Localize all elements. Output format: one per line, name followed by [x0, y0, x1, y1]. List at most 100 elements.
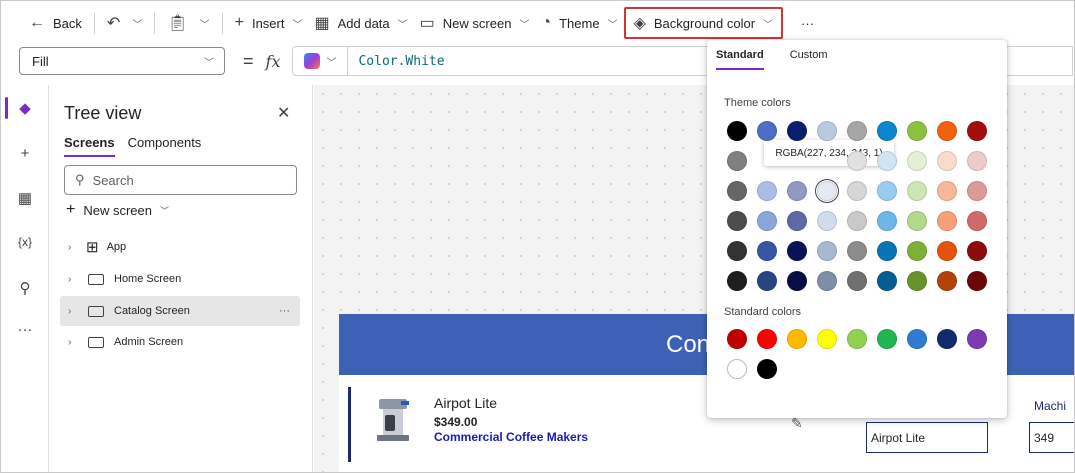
theme-color-swatch[interactable]: [937, 181, 957, 201]
theme-colors-title: Theme colors: [724, 97, 791, 109]
standard-color-swatch[interactable]: [847, 329, 867, 349]
new-screen-button[interactable]: + New screen ﹀: [66, 201, 169, 219]
price-input[interactable]: 349: [1029, 422, 1074, 453]
theme-color-swatch[interactable]: [937, 121, 957, 141]
paste-button[interactable]: 📋︎: [161, 8, 193, 38]
close-icon[interactable]: ✕: [277, 103, 290, 123]
add-data-button[interactable]: ▦ Add data ﹀: [308, 8, 413, 38]
theme-color-swatch[interactable]: [907, 211, 927, 231]
theme-color-swatch[interactable]: [877, 211, 897, 231]
theme-color-swatch[interactable]: [877, 271, 897, 291]
tab-standard[interactable]: Standard: [716, 49, 764, 70]
tab-custom[interactable]: Custom: [790, 49, 828, 70]
theme-color-swatch[interactable]: [727, 181, 747, 201]
undo-button[interactable]: ↶: [101, 8, 126, 38]
theme-color-swatch[interactable]: [787, 211, 807, 231]
theme-color-swatch[interactable]: [817, 121, 837, 141]
search-input[interactable]: ⚲ Search: [64, 165, 297, 195]
theme-color-swatch[interactable]: [847, 271, 867, 291]
theme-color-swatch[interactable]: [847, 121, 867, 141]
theme-color-swatch[interactable]: [787, 181, 807, 201]
theme-color-swatch[interactable]: [727, 121, 747, 141]
more-button[interactable]: ···: [795, 8, 820, 38]
back-button[interactable]: ← Back: [23, 8, 88, 38]
tree-node-home-screen[interactable]: › Home Screen: [60, 264, 300, 294]
theme-color-swatch[interactable]: [817, 271, 837, 291]
standard-color-swatch[interactable]: [907, 329, 927, 349]
theme-color-swatch[interactable]: [937, 241, 957, 261]
paste-dropdown[interactable]: ﹀: [194, 8, 216, 38]
copilot-button[interactable]: ﹀: [292, 46, 349, 76]
insert-rail-button[interactable]: +: [1, 136, 49, 170]
theme-color-swatch[interactable]: [967, 151, 987, 171]
more-options-button[interactable]: ···: [279, 305, 290, 317]
theme-color-swatch[interactable]: [757, 271, 777, 291]
theme-color-swatch[interactable]: [817, 181, 837, 201]
theme-color-swatch[interactable]: [847, 181, 867, 201]
theme-color-swatch[interactable]: [937, 211, 957, 231]
theme-color-swatch[interactable]: [727, 241, 747, 261]
standard-color-swatch[interactable]: [967, 329, 987, 349]
theme-color-swatch[interactable]: [757, 181, 777, 201]
standard-color-swatch[interactable]: [937, 329, 957, 349]
standard-color-swatch[interactable]: [727, 359, 747, 379]
theme-color-swatch[interactable]: [727, 271, 747, 291]
theme-color-swatch[interactable]: [877, 121, 897, 141]
theme-color-swatch[interactable]: [967, 211, 987, 231]
search-rail-button[interactable]: ⚲: [1, 271, 49, 305]
data-rail-button[interactable]: ▦: [1, 181, 49, 215]
theme-color-swatch[interactable]: [727, 151, 747, 171]
theme-color-swatch[interactable]: [907, 151, 927, 171]
theme-color-swatch[interactable]: [757, 211, 777, 231]
theme-button[interactable]: ◔ Theme ﹀: [535, 8, 623, 38]
standard-color-swatch[interactable]: [877, 329, 897, 349]
theme-color-swatch[interactable]: [907, 181, 927, 201]
theme-color-swatch[interactable]: [907, 271, 927, 291]
product-name-input[interactable]: Airpot Lite: [866, 422, 988, 453]
standard-color-swatch[interactable]: [757, 359, 777, 379]
standard-color-swatch[interactable]: [757, 329, 777, 349]
theme-color-swatch[interactable]: [877, 181, 897, 201]
standard-color-swatch[interactable]: [727, 329, 747, 349]
standard-color-swatch[interactable]: [817, 329, 837, 349]
more-icon: ···: [17, 320, 33, 338]
theme-color-swatch[interactable]: [937, 151, 957, 171]
theme-color-swatch[interactable]: [787, 271, 807, 291]
theme-color-swatch[interactable]: [847, 151, 867, 171]
theme-color-swatch[interactable]: [757, 121, 777, 141]
theme-color-swatch[interactable]: [847, 211, 867, 231]
property-dropdown[interactable]: Fill ﹀: [19, 47, 225, 75]
theme-color-swatch[interactable]: [967, 241, 987, 261]
theme-color-swatch[interactable]: [787, 121, 807, 141]
variables-rail-button[interactable]: {x}: [1, 225, 49, 259]
theme-color-swatch[interactable]: [937, 271, 957, 291]
insert-button[interactable]: + Insert ﹀: [229, 8, 309, 38]
theme-color-swatch[interactable]: [757, 241, 777, 261]
theme-color-swatch[interactable]: [847, 241, 867, 261]
theme-color-swatch[interactable]: [907, 241, 927, 261]
theme-color-swatch[interactable]: [967, 271, 987, 291]
tab-screens[interactable]: Screens: [64, 135, 115, 157]
theme-color-swatch[interactable]: [967, 121, 987, 141]
chevron-down-icon: ﹀: [292, 19, 303, 31]
new-screen-icon: ▭: [419, 15, 435, 32]
undo-dropdown[interactable]: ﹀: [126, 8, 148, 38]
theme-color-swatch[interactable]: [727, 211, 747, 231]
theme-color-swatch[interactable]: [817, 211, 837, 231]
tree-view-rail-button[interactable]: ◆: [1, 91, 49, 125]
theme-color-swatch[interactable]: [967, 181, 987, 201]
tree-node-catalog-screen[interactable]: › Catalog Screen ···: [60, 296, 300, 326]
theme-color-swatch[interactable]: [907, 121, 927, 141]
theme-color-swatch[interactable]: [787, 241, 807, 261]
background-color-button[interactable]: ◈ Background color ﹀: [623, 7, 784, 39]
new-screen-button[interactable]: ▭ New screen ﹀: [414, 8, 536, 38]
theme-color-swatch[interactable]: [817, 241, 837, 261]
tab-components[interactable]: Components: [128, 135, 202, 157]
tree-node-app[interactable]: › ⊞ App: [60, 232, 300, 262]
database-add-icon: ▦: [314, 15, 330, 32]
theme-color-swatch[interactable]: [877, 241, 897, 261]
tree-node-admin-screen[interactable]: › Admin Screen: [60, 327, 300, 357]
more-rail-button[interactable]: ···: [1, 312, 49, 346]
theme-color-swatch[interactable]: [877, 151, 897, 171]
standard-color-swatch[interactable]: [787, 329, 807, 349]
